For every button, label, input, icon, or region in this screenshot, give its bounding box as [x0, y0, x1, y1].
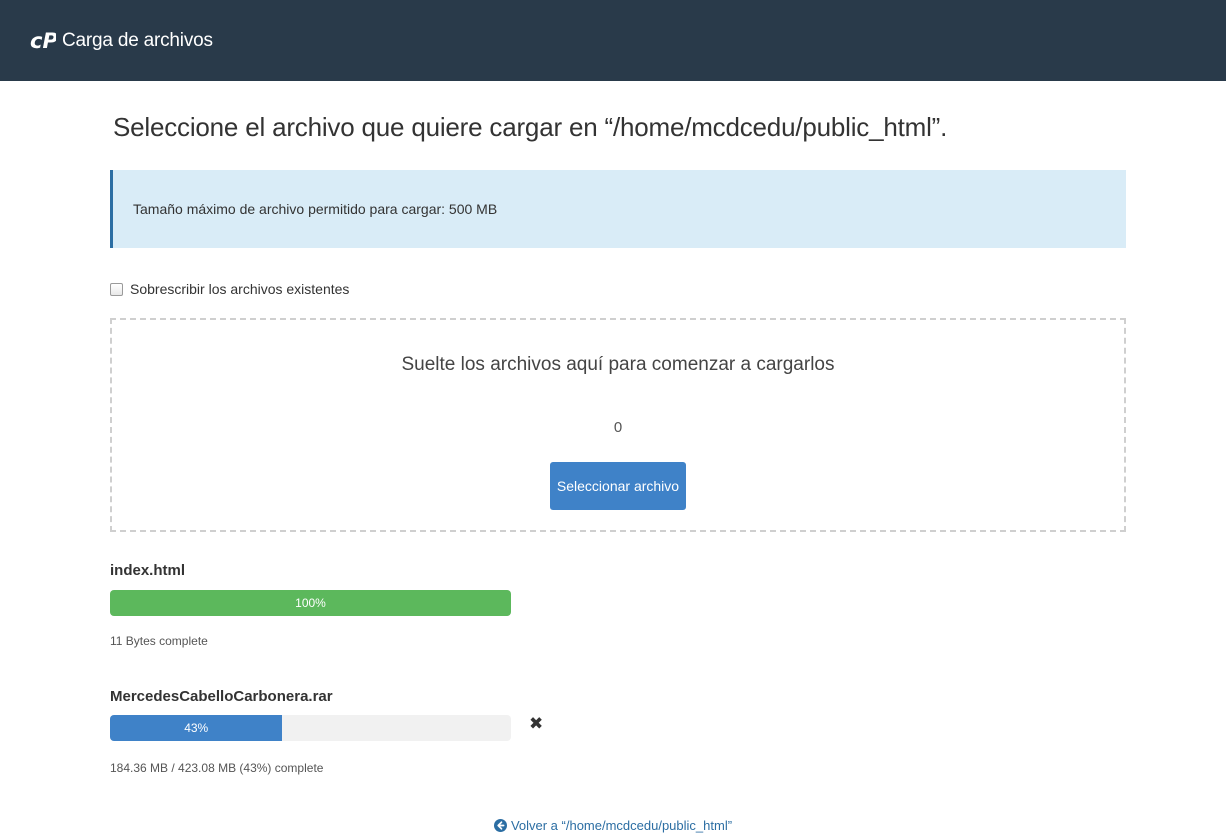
drop-zone-count: 0: [613, 419, 623, 436]
svg-text:cP: cP: [30, 30, 56, 52]
upload-item: index.html 100% 11 Bytes complete: [110, 562, 511, 648]
upload-progress-label: 43%: [184, 721, 209, 735]
upload-progress-fill: 43%: [110, 715, 283, 741]
select-file-button[interactable]: Seleccionar archivo: [550, 462, 686, 510]
overwrite-checkbox[interactable]: [110, 282, 123, 296]
app-title: Carga de archivos: [62, 29, 213, 51]
upload-progress-fill: 100%: [110, 590, 511, 616]
header-bar: cP Carga de archivos: [0, 0, 1226, 81]
upload-progress-bar: 43%: [110, 715, 511, 741]
drop-zone-instructions: Suelte los archivos aquí para comenzar a…: [401, 354, 835, 375]
upload-file-name: index.html: [110, 562, 186, 579]
arrow-circle-left-icon: [493, 819, 507, 832]
back-to-directory-link[interactable]: Volver a “/home/mcdcedu/public_html”: [0, 818, 1226, 833]
upload-status-text: 11 Bytes complete: [110, 634, 208, 648]
upload-item: MercedesCabelloCarbonera.rar 43% 184.36 …: [110, 688, 511, 775]
max-size-info-alert: Tamaño máximo de archivo permitido para …: [110, 170, 1126, 248]
upload-file-name: MercedesCabelloCarbonera.rar: [110, 688, 333, 705]
overwrite-option[interactable]: Sobrescribir los archivos existentes: [110, 279, 349, 299]
file-drop-zone[interactable]: Suelte los archivos aquí para comenzar a…: [110, 318, 1126, 532]
back-link-text[interactable]: Volver a “/home/mcdcedu/public_html”: [511, 818, 732, 833]
close-icon[interactable]: ✖: [529, 714, 543, 734]
max-size-info-text: Tamaño máximo de archivo permitido para …: [133, 201, 498, 217]
upload-progress-bar: 100%: [110, 590, 511, 616]
upload-progress-label: 100%: [295, 596, 326, 610]
upload-status-text: 184.36 MB / 423.08 MB (43%) complete: [110, 761, 324, 775]
overwrite-label[interactable]: Sobrescribir los archivos existentes: [130, 281, 349, 297]
page-title: Seleccione el archivo que quiere cargar …: [113, 112, 948, 142]
cpanel-logo-icon[interactable]: cP: [30, 26, 56, 56]
